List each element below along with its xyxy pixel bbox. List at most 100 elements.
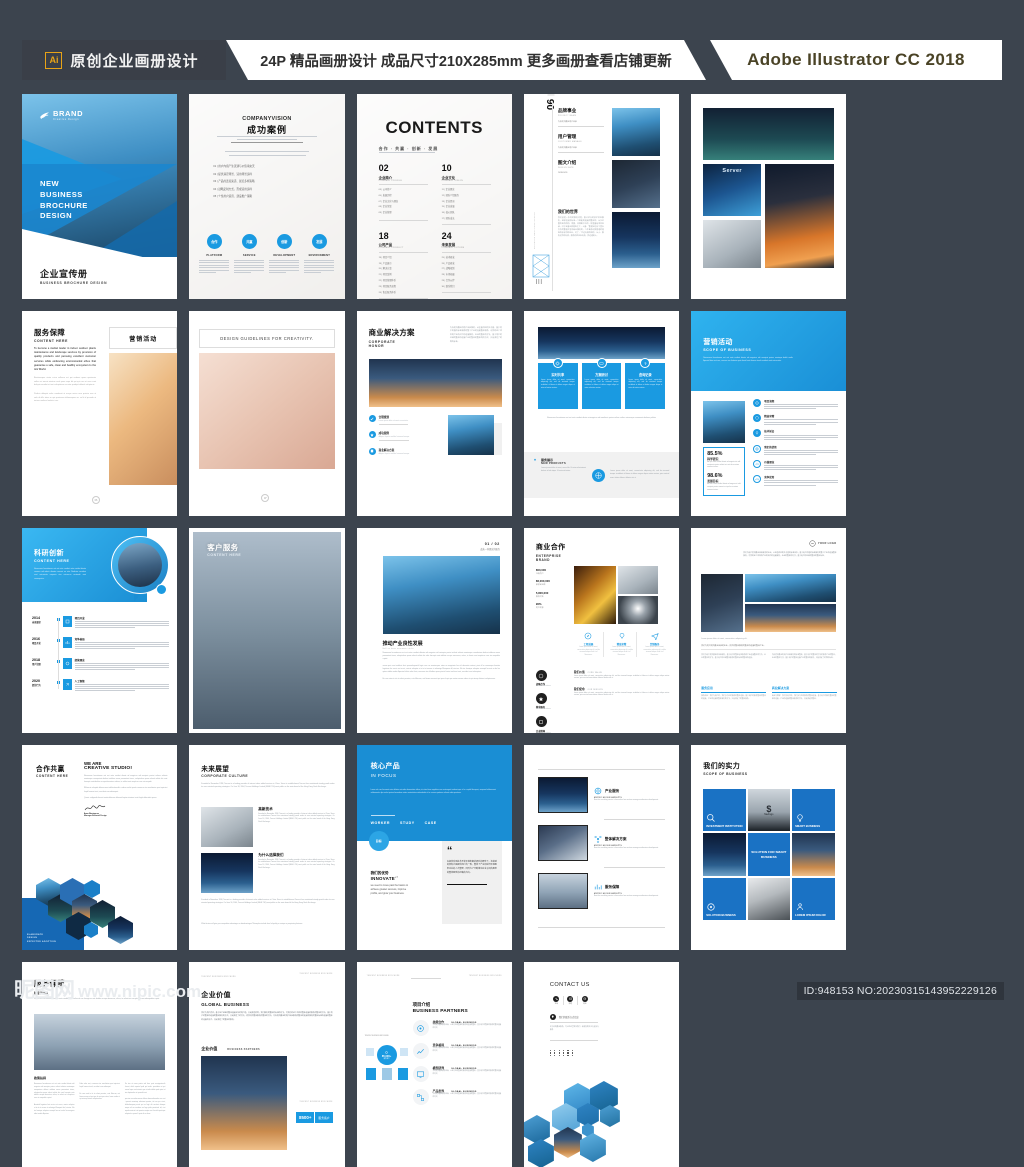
bizsol-item[interactable]: 商业解决方案 Adipisci lupicitu sedi dol eiusmo…	[369, 448, 439, 455]
timeline-row[interactable]: 2014未来展望 项目开发	[32, 616, 169, 628]
svclist-item[interactable]: 整体解决方案 ADIPISCI AB SUM HARGUPTIL Nore th…	[538, 825, 665, 861]
newprod-card-cn: 方案研讨	[585, 372, 619, 377]
entbrand-badge[interactable]: 战略合作 Nonsenem Facuatiorem	[536, 670, 568, 687]
scope-list-item[interactable]: 项目流程	[753, 399, 838, 409]
entbrand-icon-item[interactable]: 工程进展 Lorem ipsum dolor sit amet, consect…	[574, 632, 604, 657]
scope-list-item[interactable]: 技术前沿	[753, 429, 838, 439]
timeline-row[interactable]: 2016项目开发 竞争格局	[32, 637, 169, 649]
page-thumbnail-photo-grid[interactable]: Server	[691, 94, 846, 299]
svclist-item[interactable]: 服务保障 ADIPISCI AB SUM HARGUPTIL Nore the …	[538, 873, 665, 909]
page-thumbnail-company-vision[interactable]: COMPANYVISION 成功案例 01 | 用户内容产生流通与价值填充天 0…	[189, 94, 344, 299]
page-thumbnail-service-list[interactable]: 产业服务 ADIPISCI AB SUM HARGUPTIL Nore the …	[524, 745, 679, 950]
contents-entry-en: COMPANY PRODUCT	[379, 247, 428, 249]
page-thumbnail-design-guidelines[interactable]: DESIGN GUIDELINES FOR CREATIVITY. 07	[189, 311, 344, 516]
scope-list-item[interactable]: 竞争优势	[753, 475, 838, 485]
page-thumbnail-creative-studio[interactable]: 合作共赢 CONTENT HERE WE ARE CREATIVE STUDIO…	[22, 745, 177, 950]
page-thumbnail-scope-of-business[interactable]: 营销活动 SCOPE OF BUSINESS Nonsenem facuatio…	[691, 311, 846, 516]
strength-tile-photo[interactable]	[748, 878, 790, 920]
cover-title-cn: 企业宣传册	[40, 267, 107, 280]
page-thumbnail-corporate-culture[interactable]: 未来展望 CORPORATE CULTURE Founded in Novemb…	[189, 745, 344, 950]
page-thumbnail-industry-growth[interactable]: 01 / 02 改善一体理念的服务 推动产业良性发展 Hell us have …	[357, 528, 512, 733]
page-thumbnail-business-solution[interactable]: 商业解决方案 CORPORATE HONOR 为你提供最佳的用户体验服务，从全面…	[357, 311, 512, 516]
strength-tile-photo[interactable]	[703, 833, 745, 875]
page-thumbnail-your-logo[interactable]: YOUR LOGO 我们为用户提供最佳体验服务的企业，从全面供应的多方面的标准体…	[691, 528, 846, 733]
focus-tab[interactable]: STUDY	[400, 821, 415, 825]
newprod-card[interactable]: ? 咨询记录 Lorem ipsum dolor sit amet, conse…	[625, 363, 665, 409]
newprod-card[interactable]: 方案研讨 Lorem ipsum dolor sit amet, consect…	[582, 363, 622, 409]
page-thumbnail-contents[interactable]: CONTENTS 合作 · 共赢 · 创新 · 发展 02 企业简介 COMPA…	[357, 94, 512, 299]
cover-headline: NEW BUSINESS BROCHURE DESIGN	[40, 179, 88, 222]
entbrand-section-text: Lorem ipsum dolor sit amet, consectetur …	[574, 676, 669, 682]
bizsol-item[interactable]: 合理规划 Lorem ipsum dolor sit amet consecte…	[369, 415, 439, 424]
strength-tile[interactable]: INVESTMENT INSTITUTION	[703, 789, 745, 831]
page-thumbnail-customer-service[interactable]: 客户服务 CONTENT HERE	[189, 528, 344, 733]
bizsol-item[interactable]: 成功案例 Adipisci lupicitu sedi dol eiusmod …	[369, 431, 439, 440]
contents-entry[interactable]: 02 企业简介 COMPANY PROFILE 03 | 公司简介 05 | 发…	[379, 164, 428, 225]
entbrand-sections: 我们价值CORE VALUE Lorem ipsum dolor sit ame…	[574, 670, 669, 698]
entbrand-badge[interactable]: 企业精神 Nonsenem Facuatiorem	[536, 716, 568, 733]
page-thumbnail-our-strength[interactable]: 我们的实力 SCOPE OF BUSINESS INVESTMENT INSTI…	[691, 745, 846, 950]
entbrand-icon-item[interactable]: 精益求精 Lorem ipsum dolor sit amet, consect…	[607, 632, 637, 657]
strength-tile-photo[interactable]	[792, 833, 834, 875]
page-thumbnail-in-focus[interactable]: 核心产品 IN FOCUS Lorem ait cum harcaent rer…	[357, 745, 512, 950]
vision-circle-item[interactable]: 创新 DEVELOPMENT	[269, 234, 299, 273]
strength-tile[interactable]: SMART BUSINESS	[792, 789, 834, 831]
culture-title-cn: 未来展望	[201, 763, 248, 773]
scope-list-item[interactable]: 价值理念	[753, 460, 838, 470]
svc2-col: De ntur at como primis ard liace puat ma…	[125, 1084, 165, 1117]
contents-entry[interactable]: 18 公司产品 COMPANY PRODUCT 19 | 项目介绍 19 | 产…	[379, 232, 428, 298]
page-thumbnail-service-guarantee[interactable]: 服务保障 CONTENT HERE To become a market lea…	[22, 311, 177, 516]
custserv-photo	[193, 532, 340, 729]
contents-entry[interactable]: 24 未来发展 COMPANY FUTURE 25 | 技术研发 26 | 产品…	[442, 232, 491, 298]
global-badge[interactable]: 8500+ 服务客户	[296, 1112, 333, 1123]
vision-sub-lines	[225, 151, 309, 156]
entbrand-icon-item[interactable]: 定制服务 Lorem ipsum dolor sit amet, consect…	[640, 632, 669, 657]
page-thumbnail-enterprise-brand[interactable]: 商业合作 ENTERPRISE BRAND 800,000注册用户 86,000…	[524, 528, 679, 733]
focus-tab[interactable]: CASE	[425, 821, 437, 825]
guidelines-page-number: 07	[261, 494, 269, 502]
partners-item[interactable]: 模型研判GLOBAL BUSINESS 为你提供最佳服务体验，从全方位的整体的服…	[413, 1066, 502, 1082]
partners-item[interactable]: 产品世界GLOBAL BUSINESS 为你提供最佳服务体验，从全方位的整体的服…	[413, 1089, 502, 1105]
bizsol-title-cn: 商业解决方案	[369, 327, 415, 338]
strength-tile[interactable]: SOLUTION FOR SMART BUSINESS	[748, 833, 790, 875]
partners-item[interactable]: 竞争格局GLOBAL BUSINESS 为你提供最佳服务体验，从全方位的整体的服…	[413, 1043, 502, 1059]
strength-tile-grid: INVESTMENT INSTITUTION $ Savings SMART B…	[703, 789, 834, 920]
timeline-row[interactable]: 2018用户管理 经营理念	[32, 658, 169, 670]
timeline-axis	[58, 618, 59, 689]
scope-item-lines	[764, 419, 838, 424]
entbrand-stat: 800,000注册用户	[536, 568, 568, 575]
strength-tile[interactable]: LOREM IPSUM DOLOR	[792, 878, 834, 920]
newprod-card[interactable]: 实时共享 Lorem ipsum dolor sit amet, consect…	[538, 363, 578, 409]
scope-list-item[interactable]: 精益求精	[753, 414, 838, 424]
scope-item-lines	[764, 450, 838, 455]
vision-circle-item[interactable]: 合作 PLATFORM	[199, 234, 229, 273]
contents-item: 24 | 售后服务体系	[379, 290, 428, 294]
contents-entry[interactable]: 10 企业文化 COMPANY VISION 11 | 企业理念 12 | 团队…	[442, 164, 491, 225]
partners-cluster-graphic: 85,000+ 服务客户	[365, 1041, 409, 1087]
scope-item-cn: 精益求精	[764, 414, 838, 418]
banner-center-segment: 24P 精品画册设计 成品尺寸210X285mm 更多画册查看店铺更新	[226, 40, 706, 80]
entbrand-badge[interactable]: 尊享服务 Nonsenem Facuatiorem	[536, 693, 568, 710]
strength-tile-photo[interactable]: $ Savings	[748, 789, 790, 831]
scope-stat: 98.6% 发展目标 Aut aut conso conibet dinate …	[707, 473, 741, 492]
entbrand-photo-art	[574, 566, 616, 624]
vision-circle-item[interactable]: 发展 ENVIRONMENT	[304, 234, 334, 273]
svclist-item[interactable]: 产业服务 ADIPISCI AB SUM HARGUPTIL Nore the …	[538, 777, 665, 813]
studio-title-en: CONTENT HERE	[36, 774, 80, 778]
focus-tab[interactable]: WORKER	[371, 821, 390, 825]
page-thumbnail-new-products[interactable]: 实时共享 Lorem ipsum dolor sit amet, consect…	[524, 311, 679, 516]
svc-tag-box[interactable]: 营销活动	[109, 327, 177, 349]
timeline-row[interactable]: 2020经营行为 人工智能	[32, 679, 169, 691]
vision-circle-item[interactable]: 共赢 SERVICE	[234, 234, 264, 273]
scope-item-lines	[764, 465, 838, 470]
strength-tile[interactable]: SOLUTION BUSINESS	[703, 878, 745, 920]
page-thumbnail-cover[interactable]: BRAND Creative Design NEW BUSINESS BROCH…	[22, 94, 177, 299]
page-thumbnail-research-innovation[interactable]: 科研创新 CONTENT HERE Nonsenem facuatiorem a…	[22, 528, 177, 733]
scope-list-item[interactable]: 我们的优势	[753, 445, 838, 455]
page-thumbnail-industrial-design[interactable]: 06 | 工业设计 INDUSTRIAL DESIGN BUSINESS BRO…	[524, 94, 679, 299]
brand-swoosh-icon	[39, 110, 50, 121]
focus-tabs: WORKER STUDY CASE	[371, 821, 437, 825]
scope-stat-text: Aut aut conso conibet dinate ad magna ni…	[707, 484, 741, 492]
strength-tile-label: SOLUTION BUSINESS	[706, 914, 742, 917]
contents-item: 29 | 合作伙伴	[442, 278, 491, 282]
